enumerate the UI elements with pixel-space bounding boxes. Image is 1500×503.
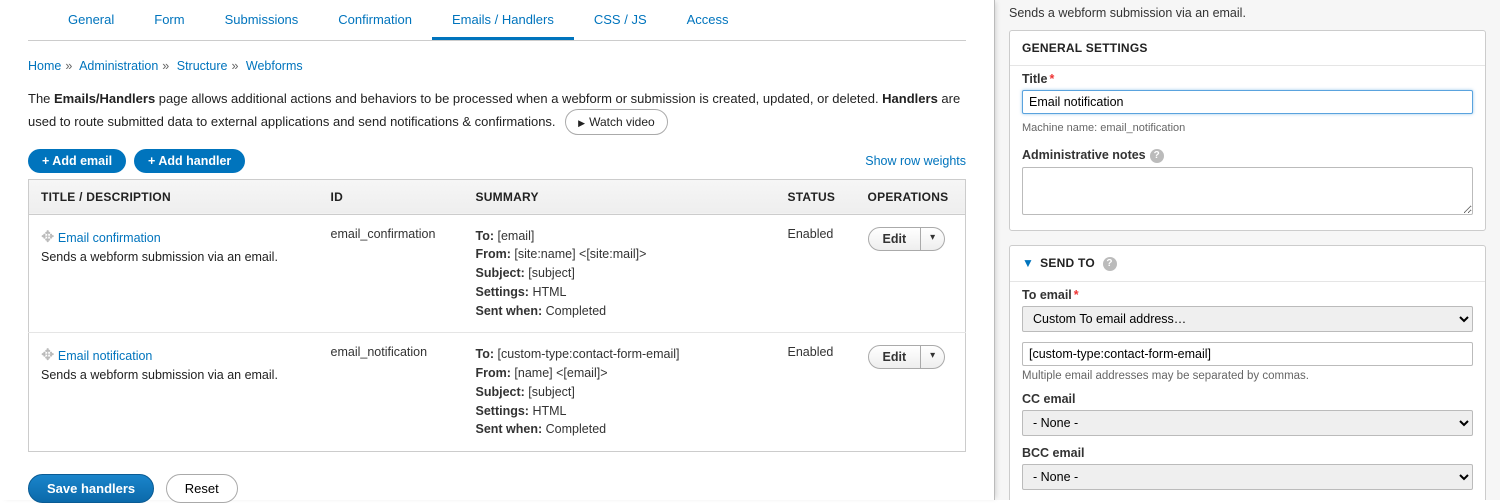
intro-text: The Emails/Handlers page allows addition… <box>28 89 966 135</box>
bcc-email-select[interactable]: - None - <box>1022 464 1473 490</box>
handler-status: Enabled <box>776 214 856 333</box>
breadcrumb-home[interactable]: Home <box>28 59 61 73</box>
to-email-hint: Multiple email addresses may be separate… <box>1022 370 1473 382</box>
handler-summary: To: [email] From: [site:name] <[site:mai… <box>464 214 776 333</box>
handler-desc: Sends a webform submission via an email. <box>41 368 307 382</box>
cc-email-select[interactable]: - None - <box>1022 410 1473 436</box>
col-id: ID <box>319 179 464 214</box>
col-title: TITLE / DESCRIPTION <box>29 179 319 214</box>
tab-css-js[interactable]: CSS / JS <box>574 0 667 40</box>
breadcrumb: Home» Administration» Structure» Webform… <box>28 59 966 73</box>
tab-submissions[interactable]: Submissions <box>205 0 319 40</box>
add-email-button[interactable]: + Add email <box>28 149 126 173</box>
edit-dropdown-icon[interactable]: ▾ <box>921 227 945 251</box>
handler-id: email_confirmation <box>319 214 464 333</box>
col-status: STATUS <box>776 179 856 214</box>
breadcrumb-structure[interactable]: Structure <box>177 59 228 73</box>
watch-video-button[interactable]: Watch video <box>565 109 668 135</box>
tab-emails-handlers[interactable]: Emails / Handlers <box>432 0 574 40</box>
title-label: Title* <box>1022 72 1473 86</box>
drag-handle-icon[interactable]: ✥ <box>41 347 54 364</box>
edit-button[interactable]: Edit <box>868 345 922 369</box>
show-row-weights-link[interactable]: Show row weights <box>865 154 966 168</box>
send-to-fieldset: ▼SEND TO ? To email* Custom To email add… <box>1009 245 1486 500</box>
tab-access[interactable]: Access <box>667 0 749 40</box>
side-description: Sends a webform submission via an email. <box>1009 0 1486 30</box>
general-settings-fieldset: GENERAL SETTINGS Title* Machine name: em… <box>1009 30 1486 231</box>
admin-notes-label: Administrative notes? <box>1022 148 1473 163</box>
send-to-legend[interactable]: ▼SEND TO ? <box>1010 246 1485 282</box>
title-input[interactable] <box>1022 90 1473 114</box>
machine-name: Machine name: email_notification <box>1010 118 1485 142</box>
admin-notes-textarea[interactable] <box>1022 167 1473 215</box>
tab-form[interactable]: Form <box>134 0 204 40</box>
handler-title-link[interactable]: Email confirmation <box>58 231 161 245</box>
reset-button[interactable]: Reset <box>166 474 238 503</box>
to-email-label: To email* <box>1022 288 1473 302</box>
to-email-select[interactable]: Custom To email address… <box>1022 306 1473 332</box>
help-icon[interactable]: ? <box>1103 257 1117 271</box>
bcc-email-label: BCC email <box>1022 446 1473 460</box>
table-row: ✥ Email notification Sends a webform sub… <box>29 333 966 452</box>
drag-handle-icon[interactable]: ✥ <box>41 229 54 246</box>
to-email-input[interactable] <box>1022 342 1473 366</box>
collapse-icon[interactable]: ▼ <box>1022 256 1034 270</box>
handler-desc: Sends a webform submission via an email. <box>41 250 307 264</box>
secondary-tabs: General Form Submissions Confirmation Em… <box>28 0 966 41</box>
handlers-table: TITLE / DESCRIPTION ID SUMMARY STATUS OP… <box>28 179 966 453</box>
general-settings-legend: GENERAL SETTINGS <box>1010 31 1485 66</box>
add-handler-button[interactable]: + Add handler <box>134 149 245 173</box>
col-summary: SUMMARY <box>464 179 776 214</box>
save-handlers-button[interactable]: Save handlers <box>28 474 154 503</box>
handler-title-link[interactable]: Email notification <box>58 349 153 363</box>
tab-confirmation[interactable]: Confirmation <box>318 0 432 40</box>
handler-id: email_notification <box>319 333 464 452</box>
breadcrumb-admin[interactable]: Administration <box>79 59 158 73</box>
edit-dropdown-icon[interactable]: ▾ <box>921 345 945 369</box>
edit-button[interactable]: Edit <box>868 227 922 251</box>
help-icon[interactable]: ? <box>1150 149 1164 163</box>
table-row: ✥ Email confirmation Sends a webform sub… <box>29 214 966 333</box>
tab-general[interactable]: General <box>48 0 134 40</box>
cc-email-label: CC email <box>1022 392 1473 406</box>
handler-summary: To: [custom-type:contact-form-email] Fro… <box>464 333 776 452</box>
handler-status: Enabled <box>776 333 856 452</box>
col-ops: OPERATIONS <box>856 179 966 214</box>
breadcrumb-webforms[interactable]: Webforms <box>246 59 303 73</box>
